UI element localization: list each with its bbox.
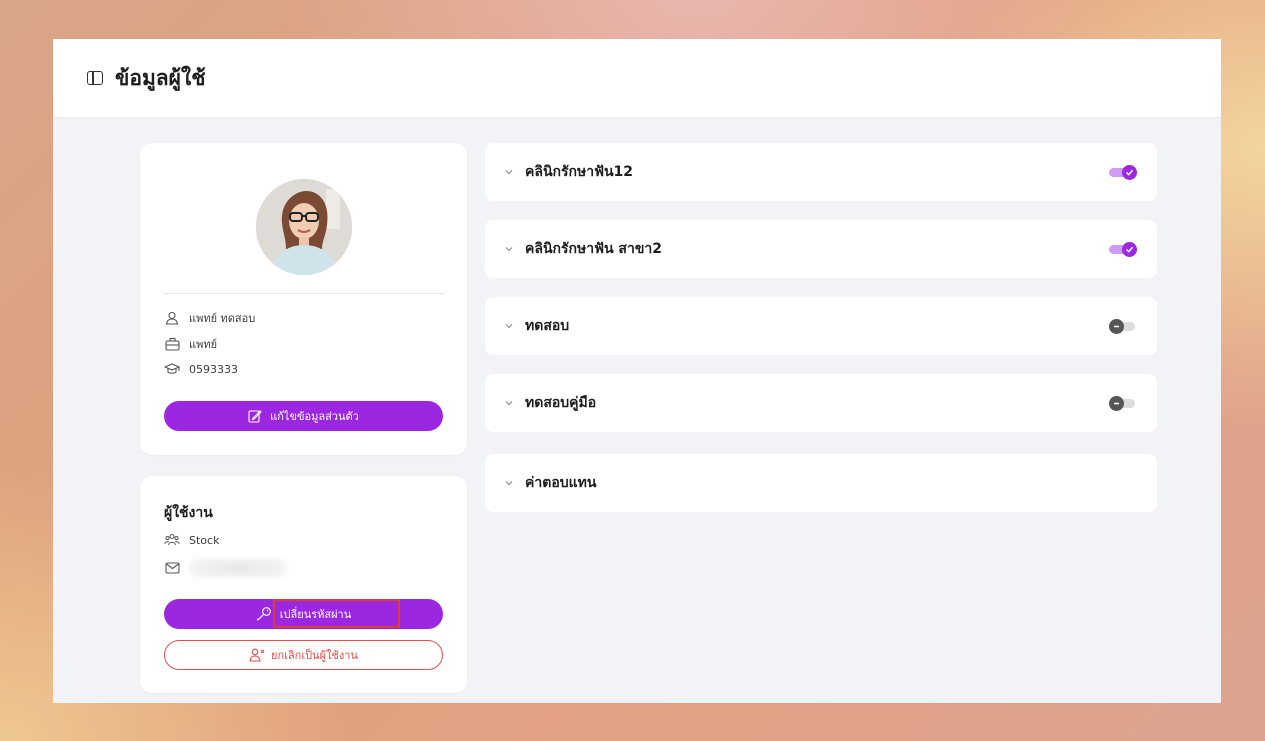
chevron-down-icon bbox=[503, 397, 515, 409]
users-icon bbox=[164, 532, 180, 548]
user-group-row: Stock bbox=[164, 532, 219, 548]
app-window: ข้อมูลผู้ใช้ แพทย์ ทดสอบ แพทย์ 0593333 แ… bbox=[53, 39, 1221, 703]
mail-icon bbox=[164, 560, 180, 576]
chevron-down-icon bbox=[503, 166, 515, 178]
accordion-title: คลินิกรักษาฟัน12 bbox=[525, 164, 634, 180]
remove-user-button[interactable]: ยกเลิกเป็นผู้ใช้งาน bbox=[164, 640, 443, 670]
user-card: ผู้ใช้งาน Stock เปลี่ยนรหัสผ่าน ยกเลิกเป… bbox=[140, 476, 467, 693]
accordion-title: ทดสอบ bbox=[525, 318, 570, 334]
profile-name-row: แพทย์ ทดสอบ bbox=[164, 309, 255, 327]
accordion-test[interactable]: ทดสอบ bbox=[485, 297, 1157, 355]
edit-profile-button[interactable]: แก้ไขข้อมูลส่วนตัว bbox=[164, 401, 443, 431]
avatar bbox=[256, 179, 352, 275]
chevron-down-icon bbox=[503, 320, 515, 332]
briefcase-icon bbox=[164, 336, 180, 352]
profile-role: แพทย์ bbox=[189, 338, 218, 351]
profile-card: แพทย์ ทดสอบ แพทย์ 0593333 แก้ไขข้อมูลส่ว… bbox=[140, 143, 467, 455]
accordion-title: ค่าตอบแทน bbox=[525, 475, 597, 491]
chevron-down-icon bbox=[503, 477, 515, 489]
avatar-portrait-icon bbox=[256, 179, 352, 275]
accordion-title: คลินิกรักษาฟัน สาขา2 bbox=[525, 241, 663, 257]
remove-user-label: ยกเลิกเป็นผู้ใช้งาน bbox=[271, 650, 358, 662]
user-section-title: ผู้ใช้งาน bbox=[164, 505, 213, 521]
accordion-clinic-2[interactable]: คลินิกรักษาฟัน สาขา2 bbox=[485, 220, 1157, 278]
user-email-row bbox=[164, 558, 287, 578]
profile-divider bbox=[164, 293, 443, 294]
accordion-test-manual[interactable]: ทดสอบคู่มือ bbox=[485, 374, 1157, 432]
user-icon bbox=[164, 310, 180, 326]
remove-user-icon bbox=[249, 648, 265, 662]
accordion-clinic-1[interactable]: คลินิกรักษาฟัน12 bbox=[485, 143, 1157, 201]
toggle-switch[interactable] bbox=[1109, 242, 1137, 257]
key-icon bbox=[256, 606, 272, 622]
user-group: Stock bbox=[189, 533, 220, 547]
accordion-title: ทดสอบคู่มือ bbox=[525, 395, 597, 411]
change-password-button[interactable]: เปลี่ยนรหัสผ่าน bbox=[164, 599, 443, 629]
profile-role-row: แพทย์ bbox=[164, 335, 217, 353]
profile-license-row: 0593333 bbox=[164, 361, 238, 377]
edit-icon bbox=[248, 409, 262, 423]
edit-profile-label: แก้ไขข้อมูลส่วนตัว bbox=[270, 411, 359, 423]
email-redacted bbox=[189, 558, 287, 578]
page-title: ข้อมูลผู้ใช้ bbox=[115, 65, 206, 90]
page-header: ข้อมูลผู้ใช้ bbox=[53, 39, 1221, 118]
accordion-compensation[interactable]: ค่าตอบแทน bbox=[485, 454, 1157, 512]
change-password-label: เปลี่ยนรหัสผ่าน bbox=[279, 609, 352, 621]
toggle-switch[interactable] bbox=[1109, 396, 1137, 411]
sidebar-toggle-icon[interactable] bbox=[87, 71, 103, 85]
toggle-switch[interactable] bbox=[1109, 319, 1137, 334]
graduation-cap-icon bbox=[164, 361, 180, 377]
profile-name: แพทย์ ทดสอบ bbox=[189, 312, 256, 325]
profile-license: 0593333 bbox=[189, 362, 238, 376]
chevron-down-icon bbox=[503, 243, 515, 255]
toggle-switch[interactable] bbox=[1109, 165, 1137, 180]
